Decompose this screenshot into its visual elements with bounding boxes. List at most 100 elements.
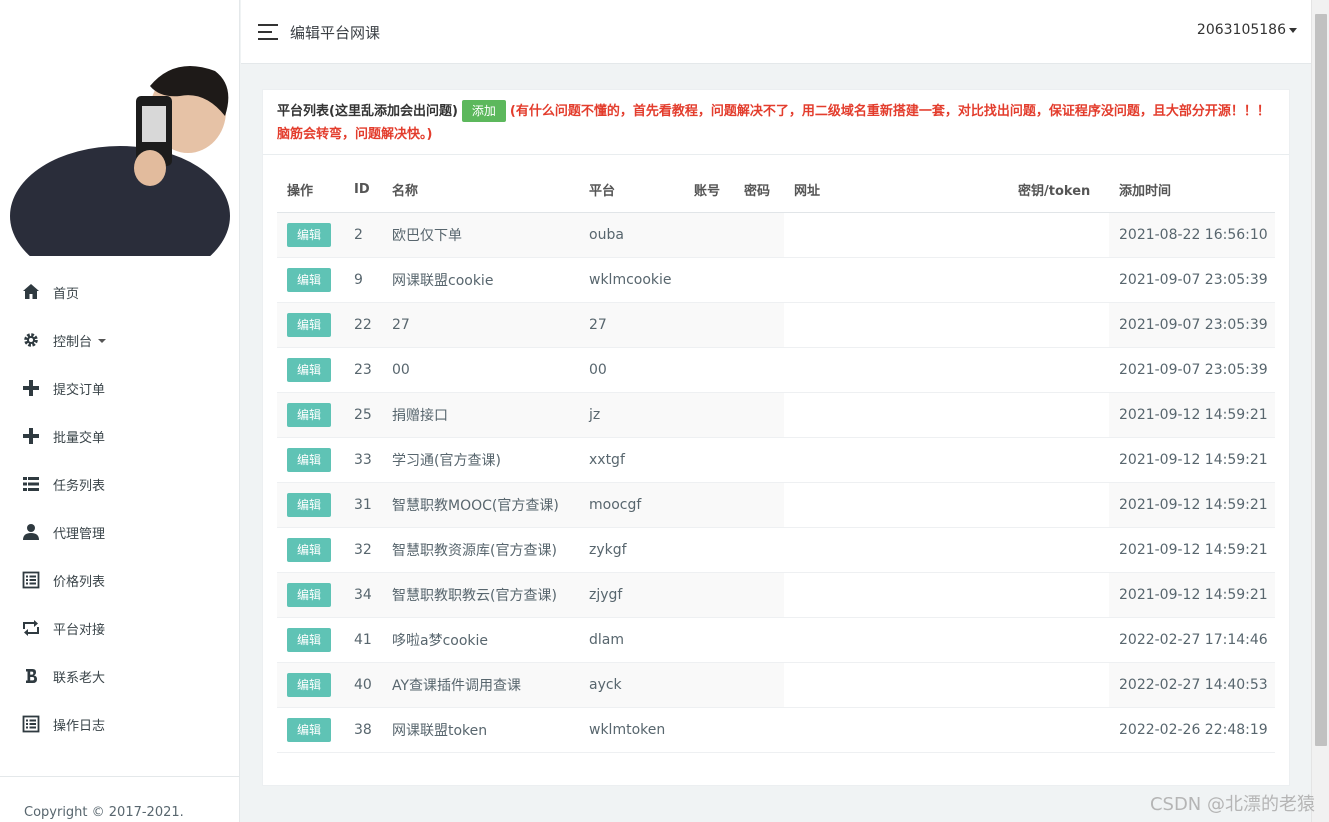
avatar-photo [10, 56, 230, 256]
home-icon [22, 283, 40, 301]
table-row: 编辑 2 欧巴仅下单 ouba 2021-08-22 16:56:10 [277, 212, 1275, 258]
cell-platform: zjygf [579, 572, 684, 618]
cell-token [1008, 662, 1109, 708]
cell-account [684, 302, 734, 348]
sidebar-item-label: 操作日志 [53, 718, 106, 734]
cell-password [734, 617, 784, 663]
cell-url [784, 662, 1008, 708]
edit-button[interactable]: 编辑 [287, 357, 331, 382]
sidebar-item-label: 任务列表 [53, 478, 106, 494]
col-header-url: 网址 [784, 168, 1008, 213]
sidebar-nav: 首页 控制台 提交订单 批量交单 任务列表 代理管理 价格列表 平台对接 联系老… [0, 268, 240, 748]
cell-token [1008, 302, 1109, 348]
cell-platform: ouba [579, 212, 684, 258]
action-cell: 编辑 [277, 302, 344, 348]
edit-button[interactable]: 编辑 [287, 447, 331, 472]
cell-time: 2022-02-27 14:40:53 [1109, 662, 1275, 708]
cell-url [784, 392, 1008, 438]
cell-name: 网课联盟cookie [382, 257, 579, 303]
table-row: 编辑 33 学习通(官方查课) xxtgf 2021-09-12 14:59:21 [277, 437, 1275, 483]
scrollbar-thumb[interactable] [1315, 14, 1327, 746]
add-button[interactable]: 添加 [461, 100, 506, 122]
sidebar-item-label: 价格列表 [53, 574, 106, 590]
sidebar-item-home[interactable]: 首页 [0, 268, 240, 316]
chevron-down-icon [1289, 27, 1297, 33]
cell-account [684, 257, 734, 303]
cell-platform: 00 [579, 347, 684, 393]
cell-token [1008, 437, 1109, 483]
edit-button[interactable]: 编辑 [287, 402, 331, 427]
cell-password [734, 707, 784, 753]
edit-button[interactable]: 编辑 [287, 627, 331, 652]
cell-password [734, 257, 784, 303]
cell-id: 31 [344, 482, 382, 528]
action-cell: 编辑 [277, 212, 344, 258]
platform-panel: 平台列表(这里乱添加会出问题) 添加 (有什么问题不懂的，首先看教程，问题解决不了，… [262, 89, 1290, 786]
cell-name: 哆啦a梦cookie [382, 617, 579, 663]
list-icon [22, 475, 40, 493]
cell-platform: wklmtoken [579, 707, 684, 753]
edit-button[interactable]: 编辑 [287, 222, 331, 247]
bitcoin-icon [22, 667, 40, 685]
action-cell: 编辑 [277, 617, 344, 663]
edit-button[interactable]: 编辑 [287, 492, 331, 517]
sidebar-item-task-list[interactable]: 任务列表 [0, 460, 240, 508]
cell-name: 智慧职教资源库(官方查课) [382, 527, 579, 573]
cell-time: 2021-09-12 14:59:21 [1109, 527, 1275, 573]
table-row: 编辑 34 智慧职教职教云(官方查课) zjygf 2021-09-12 14:59:2… [277, 572, 1275, 618]
edit-button[interactable]: 编辑 [287, 717, 331, 742]
user-menu[interactable]: 2063105186 [1197, 22, 1297, 38]
cell-url [784, 572, 1008, 618]
top-header: 编辑平台网课 2063105186 [241, 0, 1311, 64]
cell-password [734, 392, 784, 438]
cell-password [734, 347, 784, 393]
cell-account [684, 707, 734, 753]
edit-button[interactable]: 编辑 [287, 537, 331, 562]
table-row: 编辑 23 00 00 2021-09-07 23:05:39 [277, 347, 1275, 393]
cell-platform: zykgf [579, 527, 684, 573]
cell-account [684, 617, 734, 663]
cell-time: 2021-09-12 14:59:21 [1109, 572, 1275, 618]
cell-name: 27 [382, 302, 579, 348]
sidebar-item-console[interactable]: 控制台 [0, 316, 240, 364]
edit-button[interactable]: 编辑 [287, 312, 331, 337]
table-row: 编辑 38 网课联盟token wklmtoken 2022-02-26 22:48:1… [277, 707, 1275, 753]
avatar [0, 48, 240, 258]
list-alt-icon [22, 715, 40, 733]
sidebar-item-price-list[interactable]: 价格列表 [0, 556, 240, 604]
col-header-platform: 平台 [579, 168, 684, 213]
col-header-id: ID [344, 168, 382, 213]
cell-token [1008, 212, 1109, 258]
cell-account [684, 662, 734, 708]
sidebar-item-submit-order[interactable]: 提交订单 [0, 364, 240, 412]
copyright: Copyright © 2017-2021. [0, 776, 240, 820]
cell-account [684, 347, 734, 393]
edit-button[interactable]: 编辑 [287, 267, 331, 292]
edit-button[interactable]: 编辑 [287, 672, 331, 697]
chevron-down-icon [98, 339, 107, 343]
table-row: 编辑 9 网课联盟cookie wklmcookie 2021-09-07 23:05:… [277, 257, 1275, 303]
cell-platform: dlam [579, 617, 684, 663]
table-header-row: 操作 ID 名称 平台 账号 密码 网址 密钥/token 添加时间 [277, 168, 1275, 213]
cell-id: 34 [344, 572, 382, 618]
page-title: 编辑平台网课 [290, 24, 381, 42]
edit-button[interactable]: 编辑 [287, 582, 331, 607]
cell-account [684, 527, 734, 573]
menu-toggle-icon[interactable] [258, 24, 278, 40]
sidebar-item-operation-log[interactable]: 操作日志 [0, 700, 240, 748]
cell-token [1008, 347, 1109, 393]
page-scrollbar[interactable] [1311, 0, 1329, 822]
sidebar-item-contact-boss[interactable]: 联系老大 [0, 652, 240, 700]
table-row: 编辑 31 智慧职教MOOC(官方查课) moocgf 2021-09-12 14:59… [277, 482, 1275, 528]
sidebar-item-platform-docking[interactable]: 平台对接 [0, 604, 240, 652]
sidebar: 首页 控制台 提交订单 批量交单 任务列表 代理管理 价格列表 平台对接 联系老… [0, 0, 240, 822]
col-header-name: 名称 [382, 168, 579, 213]
cell-id: 38 [344, 707, 382, 753]
user-icon [22, 523, 40, 541]
cell-account [684, 572, 734, 618]
sidebar-item-label: 提交订单 [53, 382, 106, 398]
sidebar-item-batch-submit[interactable]: 批量交单 [0, 412, 240, 460]
cell-token [1008, 482, 1109, 528]
sidebar-item-agent-management[interactable]: 代理管理 [0, 508, 240, 556]
cell-id: 25 [344, 392, 382, 438]
